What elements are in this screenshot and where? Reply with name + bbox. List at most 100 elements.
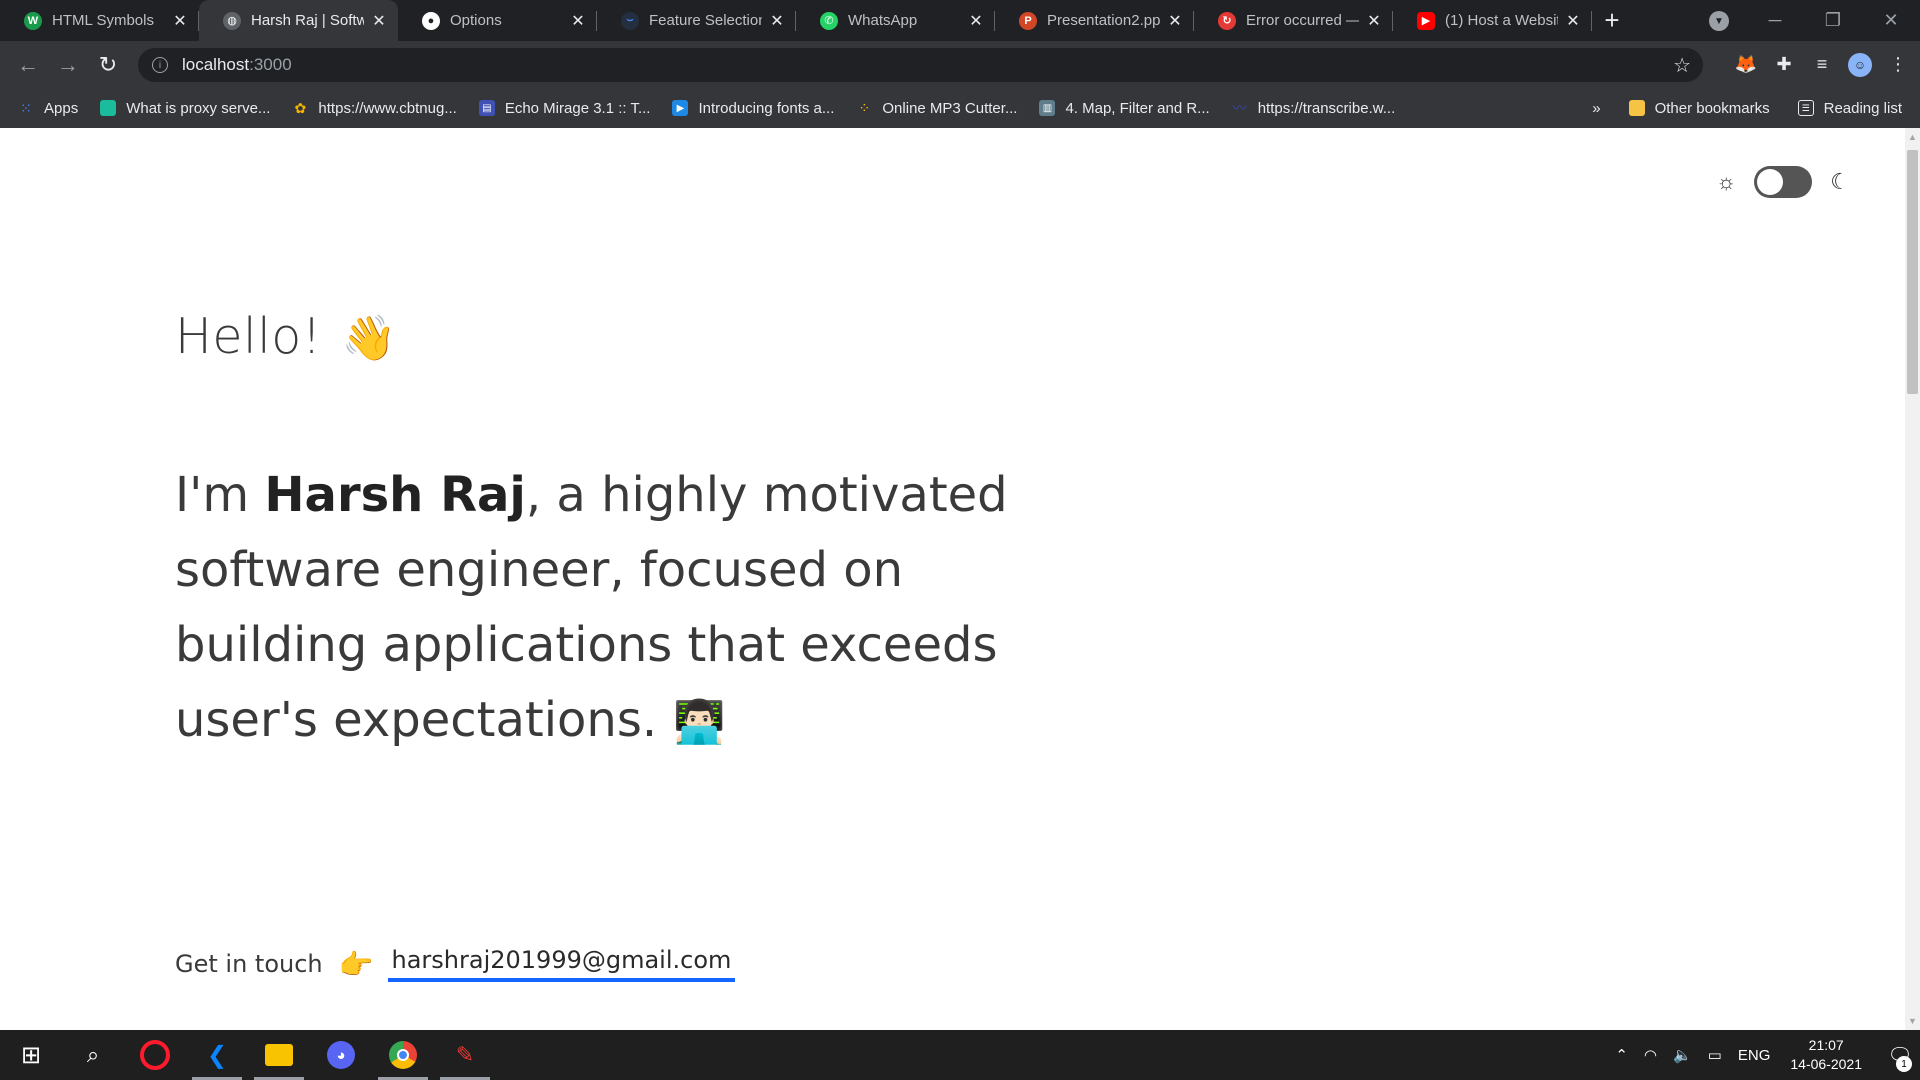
close-icon[interactable]: ✕ (1564, 11, 1582, 31)
bookmark-label: 4. Map, Filter and R... (1065, 99, 1210, 117)
address-bar[interactable]: i localhost :3000 ☆ (138, 48, 1703, 82)
close-window-icon[interactable]: ✕ (1862, 10, 1920, 31)
paint-app[interactable]: ✎ (434, 1030, 496, 1080)
scroll-down-icon[interactable]: ▼ (1905, 1016, 1920, 1026)
wifi-icon[interactable]: ◠ (1644, 1046, 1657, 1064)
bookmark-mp3-cutter[interactable]: ⁘ Online MP3 Cutter... (856, 100, 1018, 117)
opera-app[interactable] (124, 1030, 186, 1080)
media-control-icon[interactable]: ≡ (1810, 53, 1834, 77)
restore-icon[interactable]: ❐ (1804, 10, 1862, 31)
powerpoint-icon: P (1019, 11, 1037, 30)
contact-label: Get in touch (175, 950, 323, 978)
greeting-text: Hello! (175, 308, 322, 365)
tab-presentation[interactable]: P Presentation2.pptx ✕ (995, 0, 1194, 41)
system-tray: ⌃ ◠ 🔈 ▭ ENG 21:07 14-06-2021 🗨 1 (1607, 1030, 1920, 1080)
reading-list[interactable]: ☰ Reading list (1797, 100, 1902, 117)
close-icon[interactable]: ✕ (569, 11, 587, 31)
tab-youtube[interactable]: ▶ (1) Host a Website ✕ (1393, 0, 1592, 41)
metamask-icon[interactable]: 🦊 (1734, 53, 1758, 77)
bookmark-star-icon[interactable]: ☆ (1673, 53, 1691, 78)
menu-kebab-icon[interactable]: ⋮ (1886, 53, 1910, 77)
notification-center-icon[interactable]: 🗨 1 (1880, 1030, 1920, 1080)
contact-row: Get in touch 👉 harshraj201999@gmail.com (175, 946, 736, 982)
bookmark-label: Apps (44, 99, 79, 117)
windows-taskbar: ⊞ ⌕ ❮ ◕ ✎ ⌃ ◠ 🔈 ▭ ENG 21:07 14-06-2021 🗨… (0, 1030, 1920, 1080)
discord-app[interactable]: ◕ (310, 1030, 372, 1080)
extensions-puzzle-icon[interactable]: ✚ (1772, 53, 1796, 77)
tab-strip: W HTML Symbols ✕ ◍ Harsh Raj | Software … (0, 0, 1920, 41)
sun-icon: ☼ (1716, 169, 1737, 194)
tab-error[interactable]: ↻ Error occurred — ✕ (1194, 0, 1393, 41)
opera-icon (140, 1040, 170, 1070)
close-icon[interactable]: ✕ (171, 11, 189, 31)
tab-whatsapp[interactable]: ✆ WhatsApp ✕ (796, 0, 995, 41)
page-scrollbar[interactable]: ▲ ▼ (1905, 128, 1920, 1030)
youtube-icon: ▶ (1417, 11, 1435, 30)
minimize-icon[interactable]: ─ (1746, 10, 1804, 31)
new-tab-button[interactable]: + (1592, 0, 1632, 41)
tab-feature-selection[interactable]: ⌣ Feature Selection ✕ (597, 0, 796, 41)
other-bookmarks-label: Other bookmarks (1654, 99, 1770, 117)
bookmark-label: What is proxy serve... (126, 99, 271, 117)
moon-icon: ☾ (1830, 169, 1850, 194)
close-icon[interactable]: ✕ (768, 11, 786, 31)
bookmark-apps[interactable]: ⁙ Apps (18, 100, 78, 117)
bookmark-proxy[interactable]: What is proxy serve... (100, 100, 270, 117)
extensions-area: 🦊 ✚ ≡ ☺ ⋮ (1734, 41, 1910, 88)
folder-icon (265, 1044, 293, 1066)
other-bookmarks[interactable]: Other bookmarks (1628, 99, 1770, 117)
scrollbar-thumb[interactable] (1907, 150, 1918, 394)
email-link[interactable]: harshraj201999@gmail.com (387, 946, 736, 982)
paint-icon: ✎ (455, 1042, 475, 1067)
clock-time: 21:07 (1808, 1037, 1844, 1053)
tab-search-icon[interactable]: ▼ (1709, 11, 1729, 31)
site-info-icon[interactable]: i (152, 57, 168, 73)
page-icon: ▤ (478, 100, 495, 116)
bookmark-echo-mirage[interactable]: ▤ Echo Mirage 3.1 :: T... (478, 100, 650, 117)
tab-html-symbols[interactable]: W HTML Symbols ✕ (0, 0, 199, 41)
close-icon[interactable]: ✕ (370, 11, 388, 31)
language-indicator[interactable]: ENG (1738, 1047, 1771, 1064)
close-icon[interactable]: ✕ (1166, 11, 1184, 31)
close-icon[interactable]: ✕ (967, 11, 985, 31)
bookmark-fonts[interactable]: ▶ Introducing fonts a... (672, 100, 834, 117)
vscode-icon: ❮ (206, 1041, 228, 1069)
start-button[interactable]: ⊞ (0, 1030, 62, 1080)
chevron-up-icon[interactable]: ⌃ (1615, 1046, 1628, 1064)
reload-icon[interactable]: ↻ (88, 45, 128, 85)
chrome-icon (389, 1041, 417, 1069)
greeting: Hello! 👋 (175, 308, 397, 365)
pointing-hand-icon: 👉 (338, 947, 374, 981)
bookmarks-bar: ⁙ Apps What is proxy serve... ✿ https://… (0, 88, 1920, 128)
bookmark-transcribe[interactable]: 〰 https://transcribe.w... (1232, 100, 1396, 117)
author-name: Harsh Raj (264, 467, 526, 523)
bookmarks-overflow-button[interactable]: » (1592, 100, 1600, 117)
file-explorer-app[interactable] (248, 1030, 310, 1080)
github-icon: ● (422, 11, 440, 30)
forward-icon[interactable]: → (48, 45, 88, 85)
search-icon[interactable]: ⌕ (62, 1030, 124, 1080)
close-icon[interactable]: ✕ (1365, 11, 1383, 31)
clock[interactable]: 21:07 14-06-2021 (1790, 1036, 1862, 1074)
tab-options[interactable]: ● Options ✕ (398, 0, 597, 41)
intro-paragraph: I'm Harsh Raj, a highly motivated softwa… (175, 458, 1095, 759)
theme-toggle: ☼ ☾ (1716, 166, 1850, 198)
bookmark-cbtnuggets[interactable]: ✿ https://www.cbtnug... (292, 99, 457, 117)
book-icon: ▥ (1039, 100, 1056, 116)
back-icon[interactable]: ← (8, 45, 48, 85)
theme-switch[interactable] (1754, 166, 1813, 198)
bookmark-label: https://transcribe.w... (1257, 99, 1396, 117)
tab-harsh-raj[interactable]: ◍ Harsh Raj | Software ✕ (199, 0, 398, 41)
bookmark-label: https://www.cbtnug... (318, 99, 457, 117)
chrome-app[interactable] (372, 1030, 434, 1080)
volume-icon[interactable]: 🔈 (1673, 1046, 1692, 1064)
vscode-app[interactable]: ❮ (186, 1030, 248, 1080)
browser-toolbar: ← → ↻ i localhost :3000 ☆ 🦊 ✚ ≡ ☺ ⋮ (0, 41, 1920, 88)
folder-icon (1628, 100, 1645, 116)
wave-icon: 〰 (1232, 100, 1247, 116)
overflow-chevron-icon: » (1592, 99, 1601, 117)
profile-avatar[interactable]: ☺ (1848, 52, 1872, 77)
battery-icon[interactable]: ▭ (1708, 1046, 1722, 1064)
bookmark-map-filter[interactable]: ▥ 4. Map, Filter and R... (1039, 99, 1210, 117)
scroll-up-icon[interactable]: ▲ (1905, 132, 1920, 142)
